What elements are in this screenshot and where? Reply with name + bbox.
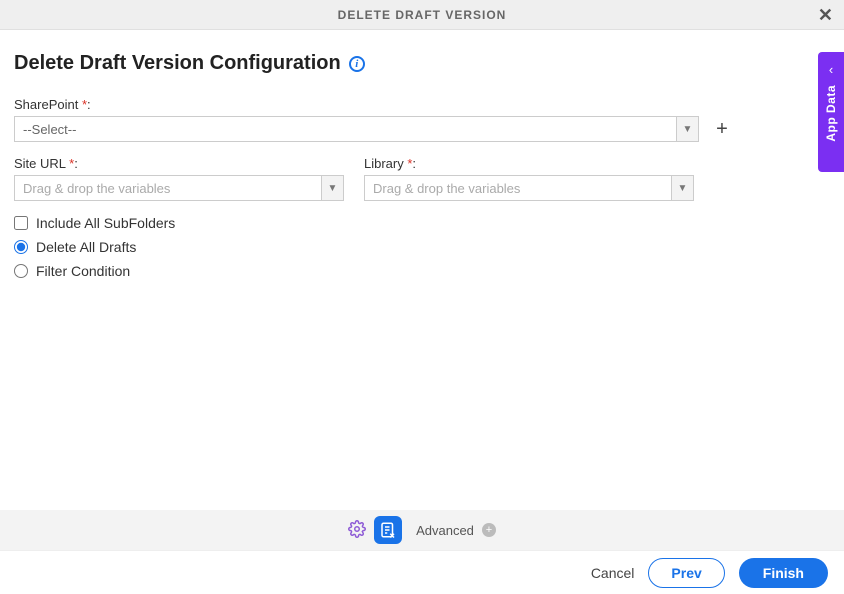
siteurl-field: Site URL *: Drag & drop the variables ▼ xyxy=(14,156,344,201)
bottom-toolbar: Advanced + xyxy=(0,510,844,550)
siteurl-label: Site URL *: xyxy=(14,156,344,171)
options-group: Include All SubFolders Delete All Drafts… xyxy=(14,215,830,279)
siteurl-library-row: Site URL *: Drag & drop the variables ▼ … xyxy=(14,156,830,201)
delete-all-drafts-radio[interactable] xyxy=(14,240,28,254)
library-input[interactable]: Drag & drop the variables ▼ xyxy=(364,175,694,201)
chevron-down-icon: ▼ xyxy=(676,117,698,141)
chevron-down-icon: ▼ xyxy=(671,176,693,200)
include-subfolders-checkbox[interactable] xyxy=(14,216,28,230)
dialog-footer: Cancel Prev Finish xyxy=(0,550,844,594)
advanced-plus-icon[interactable]: + xyxy=(482,523,496,537)
sharepoint-select-value: --Select-- xyxy=(15,117,676,141)
add-sharepoint-button[interactable]: + xyxy=(711,118,733,140)
filter-condition-option[interactable]: Filter Condition xyxy=(14,263,830,279)
form-icon[interactable] xyxy=(374,516,402,544)
app-data-label: App Data xyxy=(824,85,838,142)
siteurl-placeholder: Drag & drop the variables xyxy=(15,176,321,200)
library-placeholder: Drag & drop the variables xyxy=(365,176,671,200)
close-icon[interactable]: ✕ xyxy=(818,6,834,24)
page-title: Delete Draft Version Configuration xyxy=(14,52,341,75)
gear-icon[interactable] xyxy=(348,520,366,541)
dialog-title-bar: DELETE DRAFT VERSION ✕ xyxy=(0,0,844,30)
include-subfolders-label: Include All SubFolders xyxy=(36,215,175,231)
info-icon[interactable]: i xyxy=(349,56,365,72)
library-label: Library *: xyxy=(364,156,694,171)
prev-button[interactable]: Prev xyxy=(648,558,724,588)
chevron-left-icon: ‹ xyxy=(829,62,833,77)
sharepoint-row: SharePoint *: --Select-- ▼ + xyxy=(14,97,830,142)
siteurl-input[interactable]: Drag & drop the variables ▼ xyxy=(14,175,344,201)
filter-condition-label: Filter Condition xyxy=(36,263,130,279)
dialog-body: Delete Draft Version Configuration i Sha… xyxy=(0,30,844,279)
page-heading: Delete Draft Version Configuration i xyxy=(14,52,830,75)
sharepoint-label: SharePoint *: xyxy=(14,97,699,112)
advanced-label[interactable]: Advanced xyxy=(416,523,474,538)
app-data-tab[interactable]: ‹ App Data xyxy=(818,52,844,172)
chevron-down-icon: ▼ xyxy=(321,176,343,200)
finish-button[interactable]: Finish xyxy=(739,558,828,588)
library-field: Library *: Drag & drop the variables ▼ xyxy=(364,156,694,201)
delete-all-drafts-label: Delete All Drafts xyxy=(36,239,136,255)
dialog-title: DELETE DRAFT VERSION xyxy=(338,8,507,22)
sharepoint-select[interactable]: --Select-- ▼ xyxy=(14,116,699,142)
cancel-button[interactable]: Cancel xyxy=(591,565,635,581)
include-subfolders-option[interactable]: Include All SubFolders xyxy=(14,215,830,231)
filter-condition-radio[interactable] xyxy=(14,264,28,278)
sharepoint-field: SharePoint *: --Select-- ▼ xyxy=(14,97,699,142)
delete-all-drafts-option[interactable]: Delete All Drafts xyxy=(14,239,830,255)
